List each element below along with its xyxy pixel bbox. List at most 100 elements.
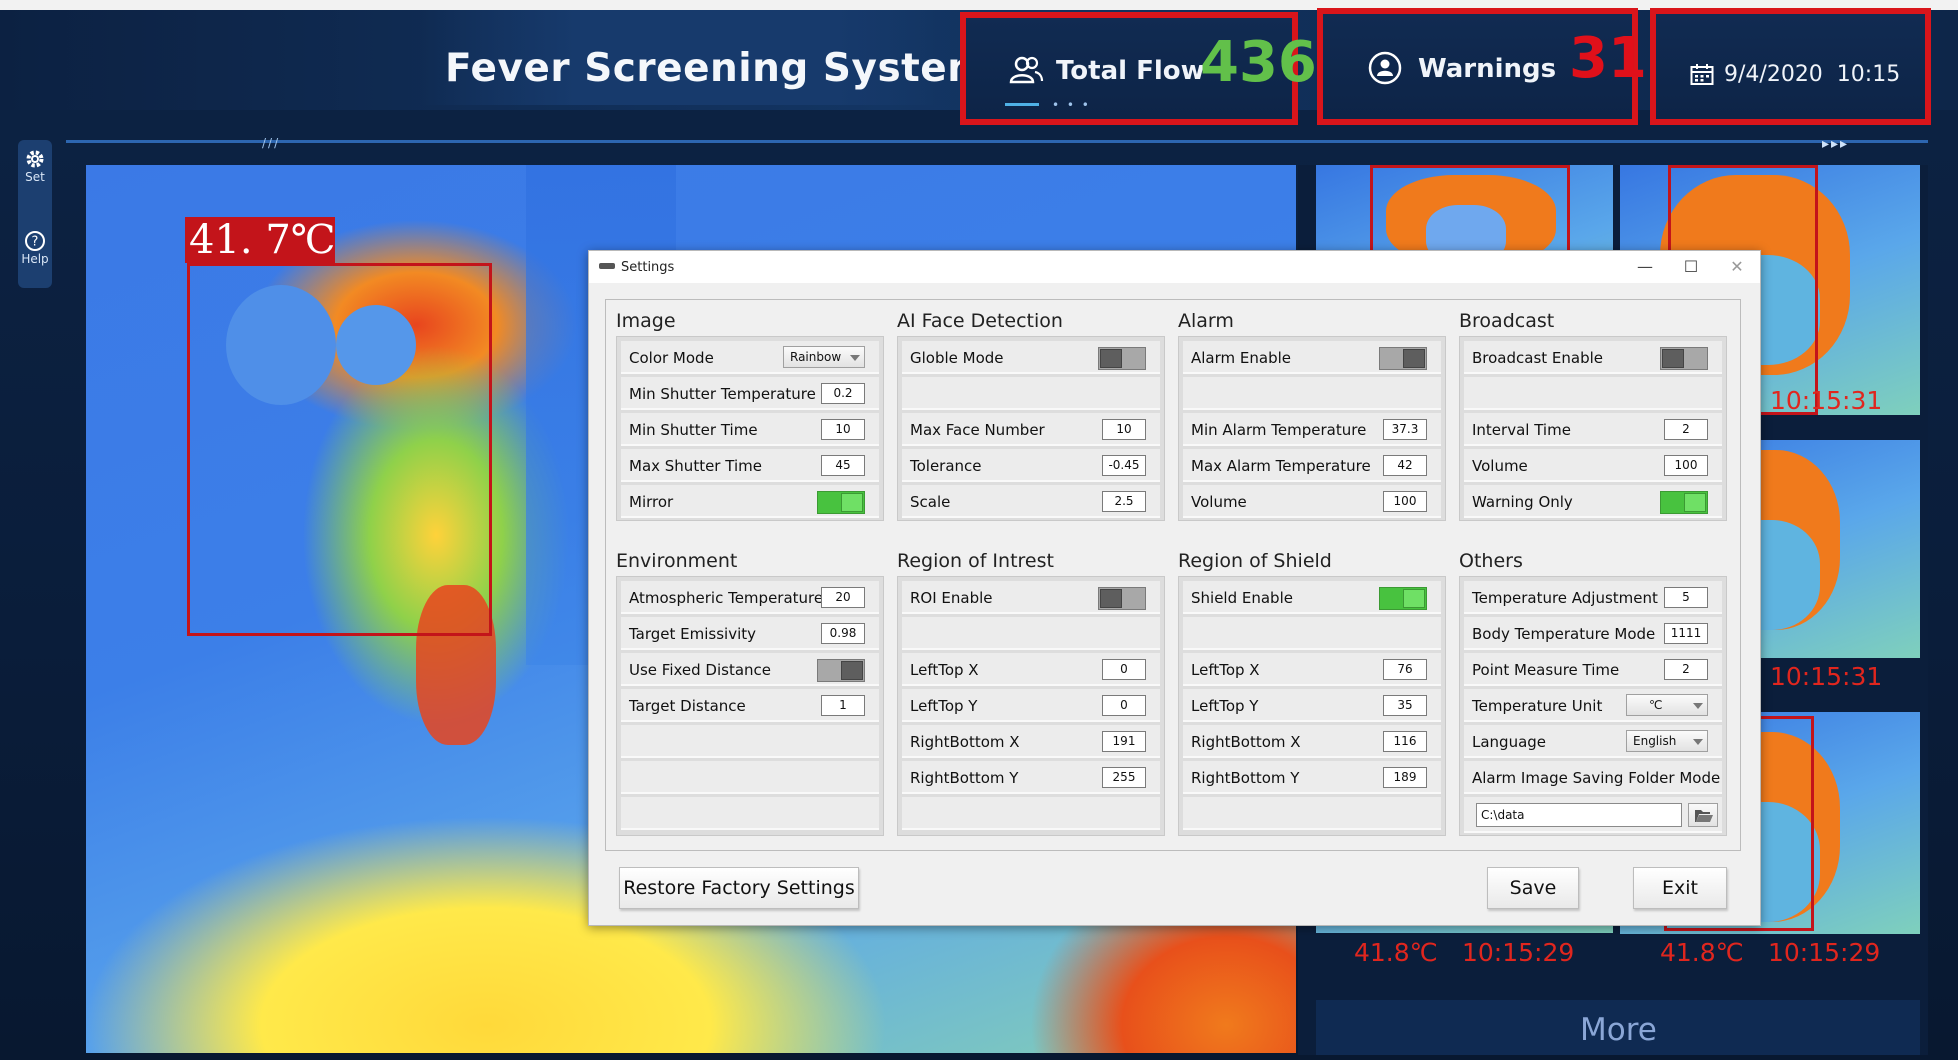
folder-mode-label: Alarm Image Saving Folder Mode — [1472, 769, 1721, 787]
more-button[interactable]: More — [1580, 1012, 1657, 1048]
alarm-volume-label: Volume — [1191, 493, 1247, 511]
image-group: Color Mode Rainbow Min Shutter Temperatu… — [616, 336, 884, 521]
shield-rby-input[interactable]: 189 — [1383, 767, 1427, 788]
shield-rbx-input[interactable]: 116 — [1383, 731, 1427, 752]
temp-adjust-row: Temperature Adjustment 5 — [1464, 581, 1722, 614]
globle-mode-toggle[interactable] — [1098, 347, 1146, 370]
body-temp-mode-row: Body Temperature Mode 1111 — [1464, 617, 1722, 650]
atm-input[interactable]: 20 — [821, 587, 865, 608]
shield-ltx-input[interactable]: 76 — [1383, 659, 1427, 680]
body-temp-mode-input[interactable]: 1111 — [1664, 623, 1708, 644]
temp-adjust-label: Temperature Adjustment — [1472, 589, 1658, 607]
min-alarm-label: Min Alarm Temperature — [1191, 421, 1367, 439]
broadcast-enable-toggle[interactable] — [1660, 347, 1708, 370]
point-measure-label: Point Measure Time — [1472, 661, 1620, 679]
section-image-title: Image — [616, 310, 676, 332]
exit-button[interactable]: Exit — [1633, 867, 1727, 909]
color-mode-select[interactable]: Rainbow — [783, 346, 865, 368]
min-alarm-input[interactable]: 37.3 — [1383, 419, 1427, 440]
shield-enable-toggle[interactable] — [1379, 587, 1427, 610]
emissivity-input[interactable]: 0.98 — [821, 623, 865, 644]
mirror-row: Mirror — [621, 485, 879, 518]
set-label: Set — [25, 170, 45, 184]
roi-lty-label: LeftTop Y — [910, 697, 978, 715]
language-label: Language — [1472, 733, 1547, 751]
roi-rbx-input[interactable]: 191 — [1102, 731, 1146, 752]
section-ai-title: AI Face Detection — [897, 310, 1063, 332]
help-button[interactable]: ? Help — [18, 230, 52, 292]
empty-row — [902, 617, 1160, 650]
empty-row — [1464, 377, 1722, 410]
browse-folder-button[interactable] — [1688, 803, 1718, 827]
section-broadcast-title: Broadcast — [1459, 310, 1555, 332]
min-shutter-time-input[interactable]: 10 — [821, 419, 865, 440]
folder-path-row: C:\data — [1464, 797, 1722, 833]
section-environment-title: Environment — [616, 550, 738, 572]
interval-input[interactable]: 2 — [1664, 419, 1708, 440]
ai-group: Globle Mode Max Face Number 10 Tolerance… — [897, 336, 1165, 521]
minimize-button[interactable]: — — [1625, 255, 1665, 279]
temp-unit-value: ℃ — [1649, 698, 1663, 712]
min-shutter-temp-input[interactable]: 0.2 — [821, 383, 865, 404]
max-shutter-time-input[interactable]: 45 — [821, 455, 865, 476]
warning-only-row: Warning Only — [1464, 485, 1722, 518]
atm-row: Atmospheric Temperature 20 — [621, 581, 879, 614]
save-button[interactable]: Save — [1487, 867, 1579, 909]
roi-ltx-input[interactable]: 0 — [1102, 659, 1146, 680]
alarm-volume-row: Volume 100 — [1183, 485, 1441, 518]
max-alarm-row: Max Alarm Temperature 42 — [1183, 449, 1441, 482]
calendar-icon — [1690, 64, 1714, 85]
emissivity-row: Target Emissivity 0.98 — [621, 617, 879, 650]
roi-rby-label: RightBottom Y — [910, 769, 1019, 787]
restore-factory-button[interactable]: Restore Factory Settings — [619, 867, 859, 909]
section-shield-title: Region of Shield — [1178, 550, 1332, 572]
shield-group: Shield Enable LeftTop X 76 LeftTop Y 35 … — [1178, 576, 1446, 836]
roi-lty-input[interactable]: 0 — [1102, 695, 1146, 716]
empty-row — [1183, 377, 1441, 410]
alarm-enable-label: Alarm Enable — [1191, 349, 1291, 367]
temp-unit-select[interactable]: ℃ — [1626, 694, 1708, 716]
warning-only-toggle[interactable] — [1660, 491, 1708, 514]
set-button[interactable]: Set — [18, 148, 52, 210]
toggle-knob — [1684, 493, 1706, 512]
scale-input[interactable]: 2.5 — [1102, 491, 1146, 512]
roi-rby-row: RightBottom Y 255 — [902, 761, 1160, 794]
mirror-toggle[interactable] — [817, 491, 865, 514]
warning-user-icon — [1368, 51, 1402, 85]
total-flow-panel: Total Flow 436 — [960, 12, 1317, 125]
total-flow-label: Total Flow — [1056, 56, 1205, 86]
folder-path-input[interactable]: C:\data — [1476, 803, 1682, 827]
min-shutter-temp-row: Min Shutter Temperature 0.2 — [621, 377, 879, 410]
max-alarm-input[interactable]: 42 — [1383, 455, 1427, 476]
globle-mode-row: Globle Mode — [902, 341, 1160, 374]
frame-dots-left: /// — [262, 136, 281, 150]
shield-rby-label: RightBottom Y — [1191, 769, 1300, 787]
roi-enable-toggle[interactable] — [1098, 587, 1146, 610]
roi-rby-input[interactable]: 255 — [1102, 767, 1146, 788]
help-label: Help — [21, 252, 49, 266]
point-measure-input[interactable]: 2 — [1664, 659, 1708, 680]
users-icon — [1009, 56, 1044, 84]
roi-group: ROI Enable LeftTop X 0 LeftTop Y 0 Right… — [897, 576, 1165, 836]
shield-lty-input[interactable]: 35 — [1383, 695, 1427, 716]
temp-adjust-input[interactable]: 5 — [1664, 587, 1708, 608]
gear-icon — [26, 150, 44, 168]
tolerance-input[interactable]: -0.45 — [1102, 455, 1146, 476]
close-button[interactable]: ✕ — [1717, 255, 1757, 279]
target-distance-label: Target Distance — [629, 697, 746, 715]
alarm-enable-toggle[interactable] — [1379, 347, 1427, 370]
broadcast-volume-input[interactable]: 100 — [1664, 455, 1708, 476]
empty-row — [902, 377, 1160, 410]
app-icon — [599, 263, 615, 269]
target-distance-row: Target Distance 1 — [621, 689, 879, 722]
alarm-volume-input[interactable]: 100 — [1383, 491, 1427, 512]
fixed-distance-toggle[interactable] — [817, 659, 865, 682]
maximize-button[interactable]: ☐ — [1671, 255, 1711, 279]
total-flow-value: 436 — [1200, 30, 1317, 95]
language-select[interactable]: English — [1626, 730, 1708, 752]
datetime-value: 9/4/2020 10:15 — [1724, 62, 1901, 87]
target-distance-input[interactable]: 1 — [821, 695, 865, 716]
temp-unit-row: Temperature Unit ℃ — [1464, 689, 1722, 722]
thumb-time: 10:15:31 — [1770, 662, 1883, 691]
max-face-input[interactable]: 10 — [1102, 419, 1146, 440]
